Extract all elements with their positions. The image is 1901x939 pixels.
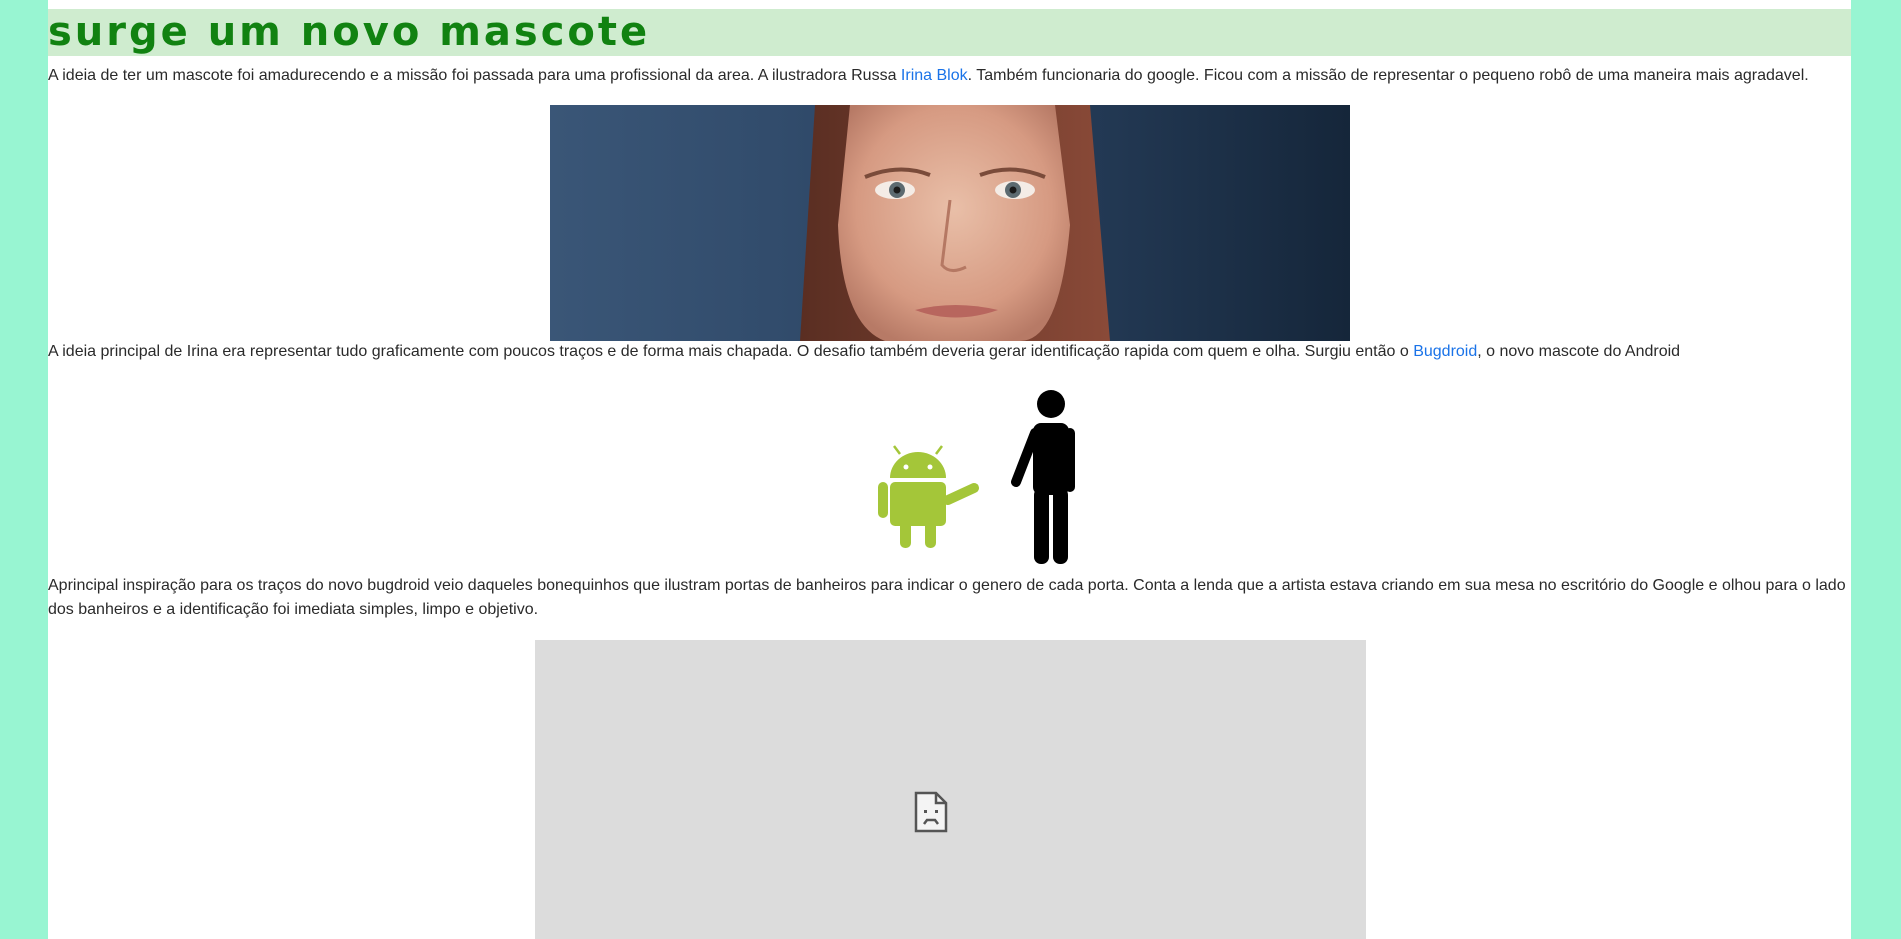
irina-blok-link[interactable]: Irina Blok [901, 67, 968, 84]
paragraph-bugdroid-text-b: , o novo mascote do Android [1477, 343, 1681, 360]
paragraph-inspiration: Aprincipal inspiração para os traços do … [48, 577, 1846, 618]
paragraph-bugdroid: A ideia principal de Irina era represent… [48, 340, 1851, 364]
portrait-photo [550, 105, 1350, 341]
paragraph-intro-text-a: A ideia de ter um mascote foi amadurecen… [48, 67, 901, 84]
bugdroid-link[interactable]: Bugdroid [1413, 343, 1477, 360]
paragraph-intro: A ideia de ter um mascote foi amadurecen… [48, 64, 1851, 88]
paragraph-bugdroid-text-a: A ideia principal de Irina era represent… [48, 343, 1414, 360]
article-page: Surge um novo mascote A ideia de ter um … [48, 0, 1851, 939]
android-holding-hands-icon [848, 388, 1098, 566]
section-title: Surge um novo mascote [48, 9, 651, 55]
paragraph-intro-text-b: . Também funcionaria do google. Ficou co… [967, 67, 1809, 84]
image-placeholder [535, 640, 1366, 939]
broken-image-icon [914, 791, 948, 833]
